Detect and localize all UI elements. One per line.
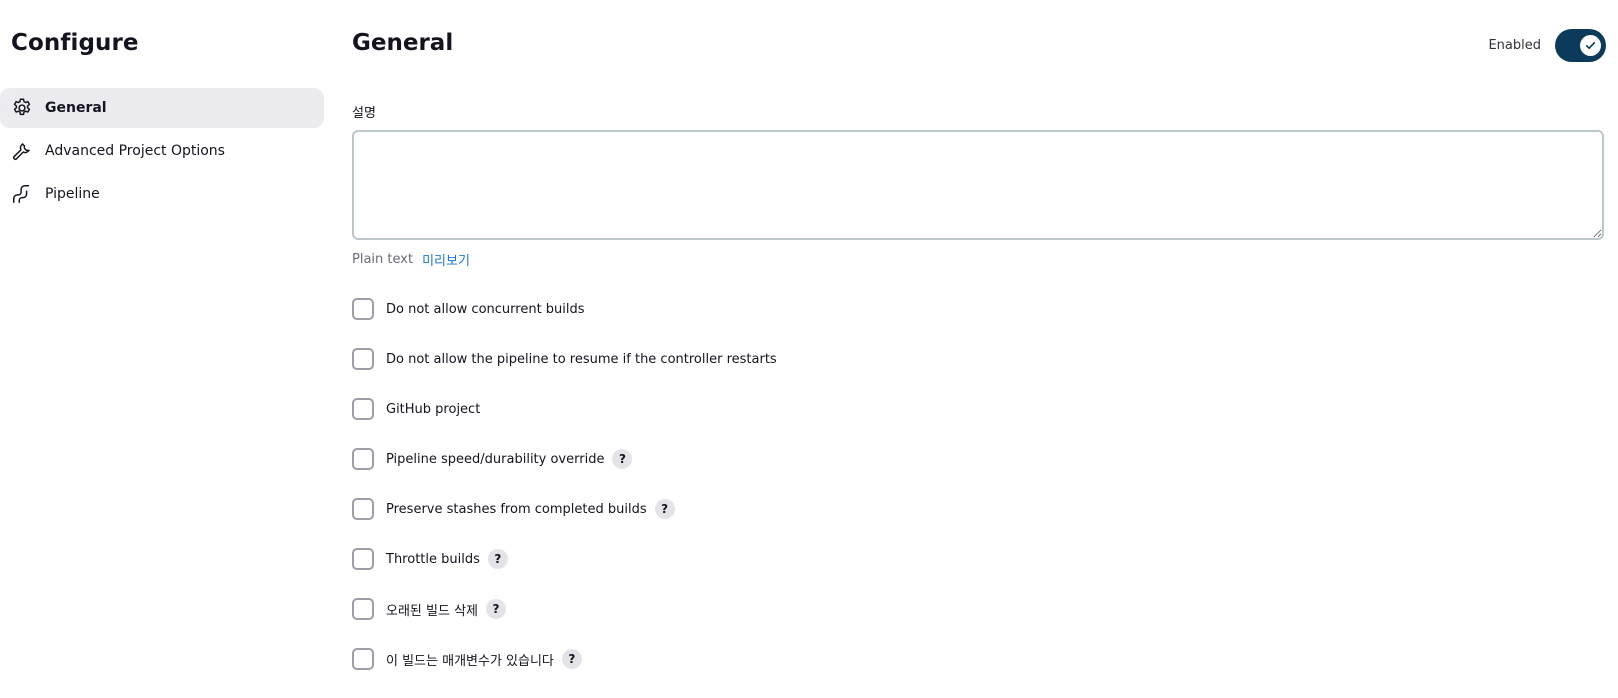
enabled-label: Enabled (1488, 38, 1541, 53)
page-title: General (352, 30, 454, 56)
option-checkbox[interactable] (352, 348, 374, 370)
plain-text-label: Plain text (352, 252, 414, 267)
option-row: GitHub project (352, 396, 480, 422)
enabled-toggle[interactable] (1555, 29, 1606, 62)
help-icon[interactable]: ? (654, 499, 675, 519)
help-icon[interactable]: ? (487, 549, 508, 569)
gear-icon (11, 97, 33, 119)
description-label: 설명 (352, 106, 376, 121)
help-icon[interactable]: ? (612, 449, 633, 469)
sidebar-item-label: Pipeline (45, 186, 100, 202)
sidebar-title: Configure (11, 30, 139, 56)
option-checkbox[interactable] (352, 598, 374, 620)
sidebar: Configure General Advanced Project Optio… (0, 0, 324, 698)
option-row: Do not allow the pipeline to resume if t… (352, 346, 777, 372)
option-label[interactable]: GitHub project (386, 402, 480, 417)
option-checkbox[interactable] (352, 548, 374, 570)
option-row: Do not allow concurrent builds (352, 296, 585, 322)
option-checkbox[interactable] (352, 498, 374, 520)
option-row: 이 빌드는 매개변수가 있습니다 ? (352, 646, 582, 672)
description-format-row: Plain text 미리보기 (352, 250, 470, 269)
option-label[interactable]: 이 빌드는 매개변수가 있습니다 (386, 650, 554, 669)
option-row: Throttle builds ? (352, 546, 508, 572)
sidebar-item-label: Advanced Project Options (45, 143, 225, 159)
option-label[interactable]: Do not allow the pipeline to resume if t… (386, 352, 777, 367)
help-icon[interactable]: ? (561, 649, 582, 669)
option-label[interactable]: Do not allow concurrent builds (386, 302, 585, 317)
help-icon[interactable]: ? (486, 599, 506, 619)
option-row: Preserve stashes from completed builds ? (352, 496, 675, 522)
option-label[interactable]: 오래된 빌드 삭제 (386, 600, 478, 619)
option-checkbox[interactable] (352, 398, 374, 420)
enabled-control: Enabled (1488, 29, 1606, 62)
sidebar-item-advanced-project-options[interactable]: Advanced Project Options (0, 131, 324, 171)
check-icon (1580, 35, 1601, 56)
option-row: Pipeline speed/durability override ? (352, 446, 633, 472)
wrench-icon (11, 140, 33, 162)
sidebar-item-label: General (45, 100, 107, 116)
option-checkbox[interactable] (352, 298, 374, 320)
option-label[interactable]: Pipeline speed/durability override (386, 452, 604, 467)
option-row: 오래된 빌드 삭제 ? (352, 596, 506, 622)
sidebar-item-general[interactable]: General (0, 88, 324, 128)
option-label[interactable]: Throttle builds (386, 552, 480, 567)
option-label[interactable]: Preserve stashes from completed builds (386, 502, 647, 517)
pipeline-icon (11, 183, 33, 205)
description-textarea[interactable] (352, 130, 1604, 240)
option-checkbox[interactable] (352, 448, 374, 470)
option-checkbox[interactable] (352, 648, 374, 670)
sidebar-item-pipeline[interactable]: Pipeline (0, 174, 324, 214)
preview-link[interactable]: 미리보기 (422, 250, 470, 269)
